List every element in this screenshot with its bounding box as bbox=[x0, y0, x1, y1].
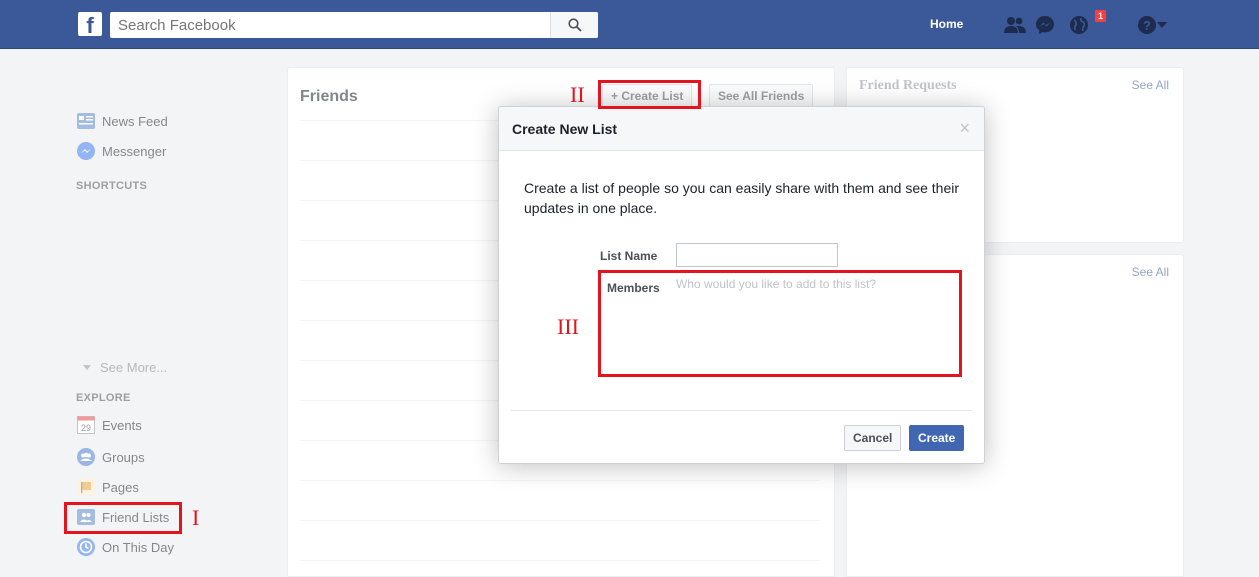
list-name-label: List Name bbox=[600, 249, 658, 263]
list-name-input[interactable] bbox=[676, 243, 838, 267]
facebook-logo-icon[interactable]: f bbox=[78, 12, 102, 36]
highlight-members-field bbox=[598, 270, 962, 377]
highlight-create-list bbox=[598, 80, 701, 109]
annotation-marker-2: II bbox=[570, 82, 585, 107]
notification-count-badge: 1 bbox=[1094, 9, 1108, 23]
search-input[interactable] bbox=[110, 12, 550, 38]
search-icon bbox=[567, 18, 582, 32]
dialog-description: Create a list of people so you can easil… bbox=[524, 180, 960, 216]
messenger-icon[interactable] bbox=[1034, 14, 1056, 36]
annotation-marker-1: I bbox=[192, 505, 200, 530]
highlight-friend-lists bbox=[64, 502, 182, 534]
dialog-footer-divider bbox=[511, 410, 972, 411]
close-icon[interactable]: × bbox=[959, 119, 970, 137]
caret-down-icon[interactable] bbox=[1156, 14, 1168, 36]
home-link[interactable]: Home bbox=[930, 17, 963, 31]
svg-text:?: ? bbox=[1143, 18, 1151, 33]
dialog-title: Create New List bbox=[512, 121, 618, 137]
friend-requests-icon[interactable] bbox=[1004, 14, 1026, 36]
top-navigation-bar: f Home 1 ? bbox=[0, 0, 1259, 49]
search-box bbox=[110, 12, 598, 38]
cancel-button[interactable]: Cancel bbox=[844, 425, 902, 451]
notifications-globe-icon[interactable] bbox=[1068, 14, 1090, 36]
help-icon[interactable]: ? bbox=[1136, 14, 1158, 36]
dialog-header: Create New List × bbox=[499, 107, 984, 151]
search-button[interactable] bbox=[550, 12, 598, 38]
annotation-marker-3: III bbox=[557, 314, 579, 339]
create-button[interactable]: Create bbox=[909, 425, 965, 451]
